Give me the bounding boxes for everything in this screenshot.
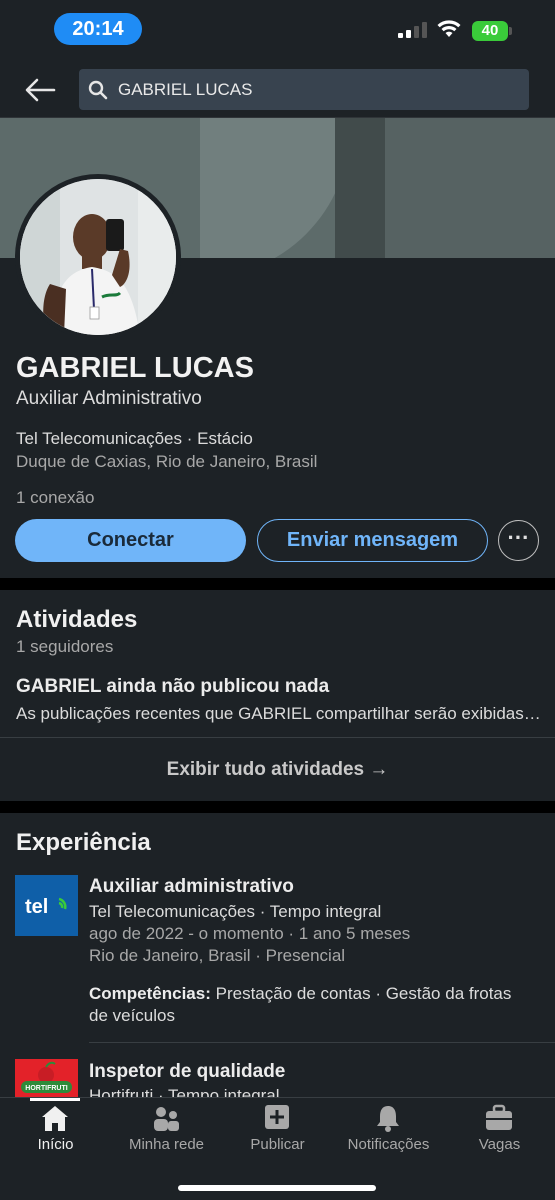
search-input[interactable]: GABRIEL LUCAS [79, 69, 529, 110]
profile-company[interactable]: Tel Telecomunicações · Estácio [16, 429, 253, 449]
connect-button[interactable]: Conectar [15, 519, 246, 562]
experience-job-title[interactable]: Inspetor de qualidade [89, 1061, 285, 1083]
battery-level: 40 [472, 21, 508, 41]
skills-label: Competências: [89, 984, 211, 1003]
nav-jobs-label: Vagas [478, 1136, 521, 1153]
profile-name: GABRIEL LUCAS [16, 352, 254, 384]
profile-photo [20, 179, 176, 335]
profile-location: Duque de Caxias, Rio de Janeiro, Brasil [16, 452, 318, 471]
tel-logo-text: tel [25, 896, 48, 918]
nav-notifications-label: Notificações [347, 1136, 430, 1153]
profile-connections[interactable]: 1 conexão [16, 488, 94, 508]
hortifruti-logo-text: HORTIFRUTI [25, 1085, 67, 1092]
nav-post-label: Publicar [250, 1136, 305, 1153]
experience-company: Tel Telecomunicações · Tempo integral [89, 902, 382, 921]
back-arrow-icon[interactable] [22, 72, 58, 108]
home-indicator[interactable] [178, 1185, 376, 1191]
bottom-navigation: Início Minha rede Publicar Notificações … [0, 1097, 555, 1200]
more-options-button[interactable]: ··· [498, 520, 539, 561]
status-time[interactable]: 20:14 [54, 13, 142, 45]
experience-section: Experiência tel Auxiliar administrativo … [0, 813, 555, 1103]
experience-dates: ago de 2022 - o momento · 1 ano 5 meses [89, 924, 411, 943]
signal-icon [398, 22, 430, 38]
search-value: GABRIEL LUCAS [118, 80, 253, 99]
wifi-icon [437, 20, 461, 37]
nav-post[interactable]: Publicar [222, 1098, 333, 1168]
experience-title: Experiência [16, 829, 151, 856]
activity-empty-description: As publicações recentes que GABRIEL comp… [16, 704, 541, 723]
nav-home-label: Início [37, 1136, 74, 1153]
bell-icon [377, 1106, 399, 1132]
network-icon [154, 1107, 179, 1131]
activity-title: Atividades [16, 606, 138, 633]
nav-home[interactable]: Início [0, 1098, 111, 1168]
active-tab-indicator [30, 1098, 80, 1101]
followers-count: 1 seguidores [16, 637, 114, 656]
experience-job-title[interactable]: Auxiliar administrativo [89, 876, 294, 898]
top-bar: GABRIEL LUCAS [0, 58, 555, 118]
briefcase-icon [486, 1104, 512, 1130]
nav-network[interactable]: Minha rede [111, 1098, 222, 1168]
send-message-button[interactable]: Enviar mensagem [257, 519, 488, 562]
profile-headline: Auxiliar Administrativo [16, 388, 202, 409]
status-bar: 20:14 40 [0, 0, 555, 58]
search-icon [88, 80, 108, 100]
activity-section: Atividades 1 seguidores GABRIEL ainda nã… [0, 590, 555, 801]
home-icon [42, 1106, 68, 1131]
show-all-activity-button[interactable]: Exibir tudo atividades → [0, 738, 555, 801]
experience-location: Rio de Janeiro, Brasil · Presencial [89, 946, 346, 965]
divider [89, 1042, 555, 1043]
activity-empty-heading: GABRIEL ainda não publicou nada [16, 676, 330, 697]
experience-skills: Competências: Prestação de contas · Gest… [89, 983, 529, 1027]
nav-network-label: Minha rede [128, 1136, 205, 1153]
nav-jobs[interactable]: Vagas [444, 1098, 555, 1168]
avatar[interactable] [15, 174, 181, 340]
tel-company-logo[interactable]: tel [15, 875, 78, 936]
battery-icon: 40 [472, 21, 512, 41]
post-icon [265, 1105, 289, 1129]
nav-notifications[interactable]: Notificações [333, 1098, 444, 1168]
